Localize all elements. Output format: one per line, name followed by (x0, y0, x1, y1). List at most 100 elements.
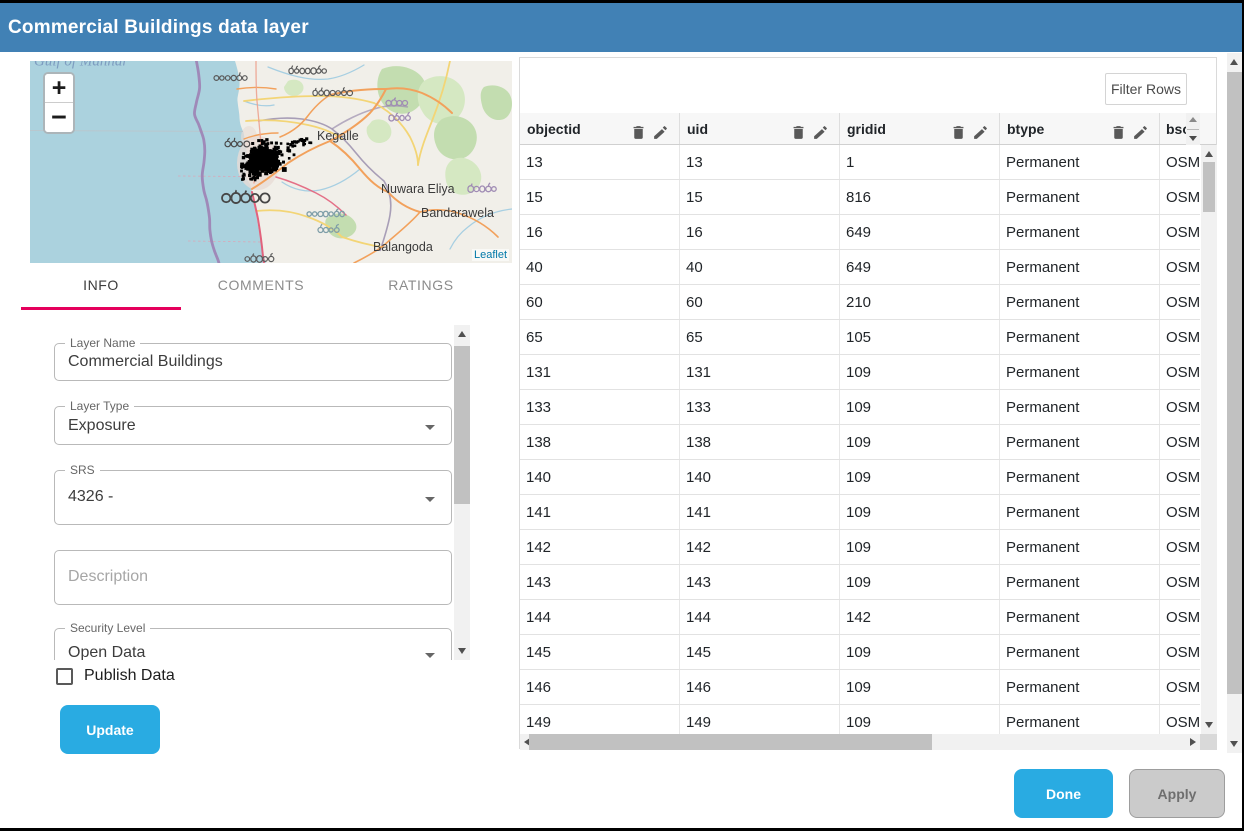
table-row[interactable]: 1515816PermanentOSM (520, 180, 1200, 215)
table-cell: OSM (1160, 530, 1200, 564)
tab-info[interactable]: INFO (21, 266, 181, 310)
map-label-gulf-of-mannar: Gulf of Mannar (34, 61, 128, 70)
column-title: btype (1007, 121, 1044, 137)
table-header-scrollbar-down-arrow[interactable] (1189, 136, 1197, 141)
table-header-scrollbar[interactable] (1186, 113, 1200, 145)
delete-column-icon[interactable] (950, 124, 967, 141)
table-row[interactable]: 4040649PermanentOSM (520, 250, 1200, 285)
table-row[interactable]: 149149109PermanentOSM (520, 705, 1200, 734)
table-row[interactable]: 145145109PermanentOSM (520, 635, 1200, 670)
table-cell: 649 (840, 215, 1000, 249)
layer-type-select[interactable]: Layer Type Exposure (54, 406, 452, 445)
table-vscroll-down-arrow[interactable] (1205, 722, 1213, 728)
table-cell: 143 (520, 565, 680, 599)
table-scrollbar-vertical[interactable] (1201, 145, 1217, 734)
table-cell: 649 (840, 250, 1000, 284)
table-row[interactable]: 146146109PermanentOSM (520, 670, 1200, 705)
table-header-scrollbar-thumb[interactable] (1187, 129, 1199, 131)
table-cell: 109 (840, 530, 1000, 564)
page-scrollbar[interactable] (1227, 53, 1242, 753)
table-cell: Permanent (1000, 180, 1160, 214)
table-row[interactable]: 6565105PermanentOSM (520, 320, 1200, 355)
table-row[interactable]: 138138109PermanentOSM (520, 425, 1200, 460)
description-field[interactable]: Description (54, 550, 452, 605)
table-row[interactable]: 1616649PermanentOSM (520, 215, 1200, 250)
table-row[interactable]: 13131PermanentOSM (520, 145, 1200, 180)
publish-data-checkbox[interactable] (56, 668, 73, 685)
table-cell: 105 (840, 320, 1000, 354)
table-cell: 13 (520, 145, 680, 179)
table-cell: Permanent (1000, 425, 1160, 459)
table-cell: 16 (680, 215, 840, 249)
table-cell: Permanent (1000, 215, 1160, 249)
table-hscroll-thumb[interactable] (529, 734, 932, 750)
page-scrollbar-up-arrow[interactable] (1230, 59, 1238, 65)
table-cell: OSM (1160, 635, 1200, 669)
edit-column-icon[interactable] (972, 124, 989, 141)
form-tabs: INFO COMMENTS RATINGS (21, 266, 501, 310)
table-row[interactable]: 144144142PermanentOSM (520, 600, 1200, 635)
apply-button[interactable]: Apply (1129, 769, 1225, 818)
map-zoom-in-button[interactable]: + (45, 74, 73, 103)
table-hscroll-right-arrow[interactable] (1190, 738, 1196, 746)
table-row[interactable]: 142142109PermanentOSM (520, 530, 1200, 565)
edit-column-icon[interactable] (652, 124, 669, 141)
table-cell: Permanent (1000, 600, 1160, 634)
done-button[interactable]: Done (1014, 769, 1113, 818)
table-row[interactable]: 143143109PermanentOSM (520, 565, 1200, 600)
page-scrollbar-down-arrow[interactable] (1230, 741, 1238, 747)
table-cell: 13 (680, 145, 840, 179)
delete-column-icon[interactable] (1110, 124, 1127, 141)
table-cell: 142 (520, 530, 680, 564)
form-scrollbar-up-arrow[interactable] (458, 331, 466, 337)
table-row[interactable]: 141141109PermanentOSM (520, 495, 1200, 530)
edit-column-icon[interactable] (1132, 124, 1149, 141)
page-scrollbar-thumb[interactable] (1227, 72, 1242, 694)
delete-column-icon[interactable] (630, 124, 647, 141)
table-cell: 138 (520, 425, 680, 459)
table-cell: Permanent (1000, 320, 1160, 354)
table-scrollbar-horizontal[interactable] (520, 734, 1200, 750)
update-button[interactable]: Update (60, 705, 160, 754)
table-vscroll-up-arrow[interactable] (1205, 151, 1213, 157)
table-cell: OSM (1160, 180, 1200, 214)
form-scrollbar-thumb[interactable] (454, 346, 470, 504)
table-cell: 65 (680, 320, 840, 354)
window-frame-bottom (0, 828, 1244, 831)
table-cell: 145 (680, 635, 840, 669)
map-zoom-out-button[interactable]: − (45, 103, 73, 132)
table-cell: 145 (520, 635, 680, 669)
table-cell: Permanent (1000, 460, 1160, 494)
table-cell: 144 (520, 600, 680, 634)
edit-column-icon[interactable] (812, 124, 829, 141)
table-cell: 144 (680, 600, 840, 634)
table-cell: 109 (840, 495, 1000, 529)
table-cell: Permanent (1000, 285, 1160, 319)
form-scrollbar-down-arrow[interactable] (458, 648, 466, 654)
map-attribution-link[interactable]: Leaflet (472, 249, 509, 261)
srs-select[interactable]: SRS 4326 - (54, 470, 452, 525)
table-row[interactable]: 6060210PermanentOSM (520, 285, 1200, 320)
form-scrollbar[interactable] (454, 325, 470, 660)
tab-comments[interactable]: COMMENTS (181, 266, 341, 310)
leaflet-map[interactable]: Kegalle Nuwara Eliya Bandarawela Balango… (30, 61, 512, 263)
map-label-balangoda: Balangoda (373, 240, 433, 254)
table-cell: 138 (680, 425, 840, 459)
table-cell: 210 (840, 285, 1000, 319)
delete-column-icon[interactable] (790, 124, 807, 141)
info-form: Layer Name Commercial Buildings Layer Ty… (40, 325, 454, 660)
layer-name-field[interactable]: Layer Name Commercial Buildings (54, 343, 452, 381)
table-row[interactable]: 131131109PermanentOSM (520, 355, 1200, 390)
table-header-scrollbar-up-arrow[interactable] (1189, 117, 1197, 122)
table-row[interactable]: 133133109PermanentOSM (520, 390, 1200, 425)
table-cell: 109 (840, 425, 1000, 459)
filter-rows-button[interactable]: Filter Rows (1105, 73, 1187, 105)
tab-ratings[interactable]: RATINGS (341, 266, 501, 310)
tab-active-indicator (21, 307, 181, 310)
table-vscroll-thumb[interactable] (1203, 162, 1215, 212)
security-level-select[interactable]: Security Level Open Data (54, 628, 452, 660)
table-cell: 146 (680, 670, 840, 704)
dialog-title: Commercial Buildings data layer (0, 17, 309, 39)
table-row[interactable]: 140140109PermanentOSM (520, 460, 1200, 495)
table-cell: 149 (520, 705, 680, 734)
